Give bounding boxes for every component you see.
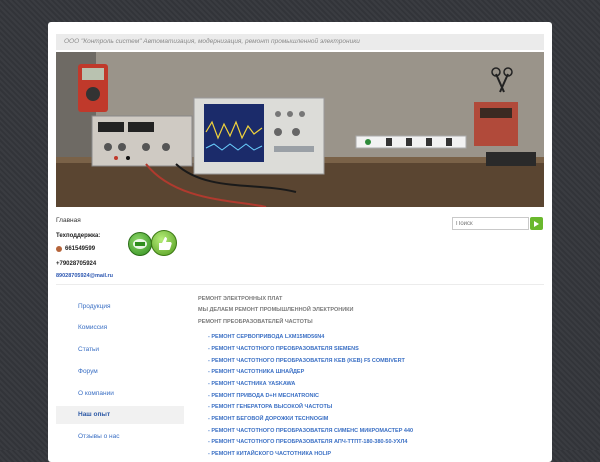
category-heading[interactable]: РЕМОНТ ЭЛЕКТРОННЫХ ПЛАТ: [198, 296, 282, 302]
site-tagline: ООО "Контроль систем" Автоматизация, мод…: [56, 34, 544, 50]
support-phone: +79028705924: [56, 261, 97, 267]
support-label: Техподдержка:: [56, 233, 101, 239]
repair-link[interactable]: - РЕМОНТ ЧАСТОТНОГО ПРЕОБРАЗОВАТЕЛЯ SIEM…: [208, 346, 359, 352]
header-divider: [56, 284, 544, 285]
header-banner-image: [56, 52, 544, 207]
category-heading[interactable]: МЫ ДЕЛАЕМ РЕМОНТ ПРОМЫШЛЕННОЙ ЭЛЕКТРОНИК…: [198, 307, 354, 313]
thumbs-up-icon[interactable]: [151, 230, 177, 256]
page-container: ООО "Контроль систем" Автоматизация, мод…: [48, 22, 552, 462]
sidebar-item-about[interactable]: О компании: [56, 385, 184, 403]
sidebar-item-articles[interactable]: Статьи: [56, 341, 184, 359]
green-badge-icon[interactable]: [128, 232, 152, 256]
repair-link[interactable]: - РЕМОНТ СЕРВОПРИВОДА LXM15MD56N4: [208, 334, 324, 340]
repair-link[interactable]: - РЕМОНТ ЧАСТНИКА YASKAWA: [208, 381, 295, 387]
nav-home-link[interactable]: Главная: [56, 217, 81, 224]
repair-link[interactable]: - РЕМОНТ ЧАСТОТНОГО ПРЕОБРАЗОВАТЕЛЯ АПЧ-…: [208, 439, 407, 445]
category-heading[interactable]: РЕМОНТ ПРЕОБРАЗОВАТЕЛЕЙ ЧАСТОТЫ: [198, 319, 313, 325]
sidebar-item-commission[interactable]: Комиссия: [56, 319, 184, 337]
search-input[interactable]: [452, 217, 529, 230]
skype-contact[interactable]: 661549599: [56, 246, 95, 252]
support-email-link[interactable]: 89028705924@mail.ru: [56, 273, 113, 279]
sidebar-item-products[interactable]: Продукция: [56, 298, 184, 316]
repair-link[interactable]: - РЕМОНТ ЧАСТОТНОГО ПРЕОБРАЗОВАТЕЛЯ KEB …: [208, 358, 405, 364]
repair-link[interactable]: - РЕМОНТ КИТАЙСКОГО ЧАСТОТНИКА HOLIP: [208, 451, 331, 457]
sidebar-item-reviews[interactable]: Отзывы о нас: [56, 428, 184, 446]
repair-link[interactable]: - РЕМОНТ БЕГОВОЙ ДОРОЖКИ TECHNOGIM: [208, 416, 328, 422]
skype-id: 661549599: [65, 246, 96, 252]
search-go-icon[interactable]: [530, 217, 543, 230]
skype-icon: [56, 246, 62, 252]
repair-link[interactable]: - РЕМОНТ ПРИВОДА D+H MECHATRONIC: [208, 393, 319, 399]
repair-link[interactable]: - РЕМОНТ ЧАСТОТНИКА ШНАЙДЕР: [208, 369, 304, 375]
sidebar-item-forum[interactable]: Форум: [56, 363, 184, 381]
sidebar-item-experience[interactable]: Наш опыт: [56, 406, 184, 424]
repair-link[interactable]: - РЕМОНТ ГЕНЕРАТОРА ВЫСОКОЙ ЧАСТОТЫ: [208, 404, 332, 410]
repair-link[interactable]: - РЕМОНТ ЧАСТОТНОГО ПРЕОБРАЗОВАТЕЛЯ СИМЕ…: [208, 428, 413, 434]
